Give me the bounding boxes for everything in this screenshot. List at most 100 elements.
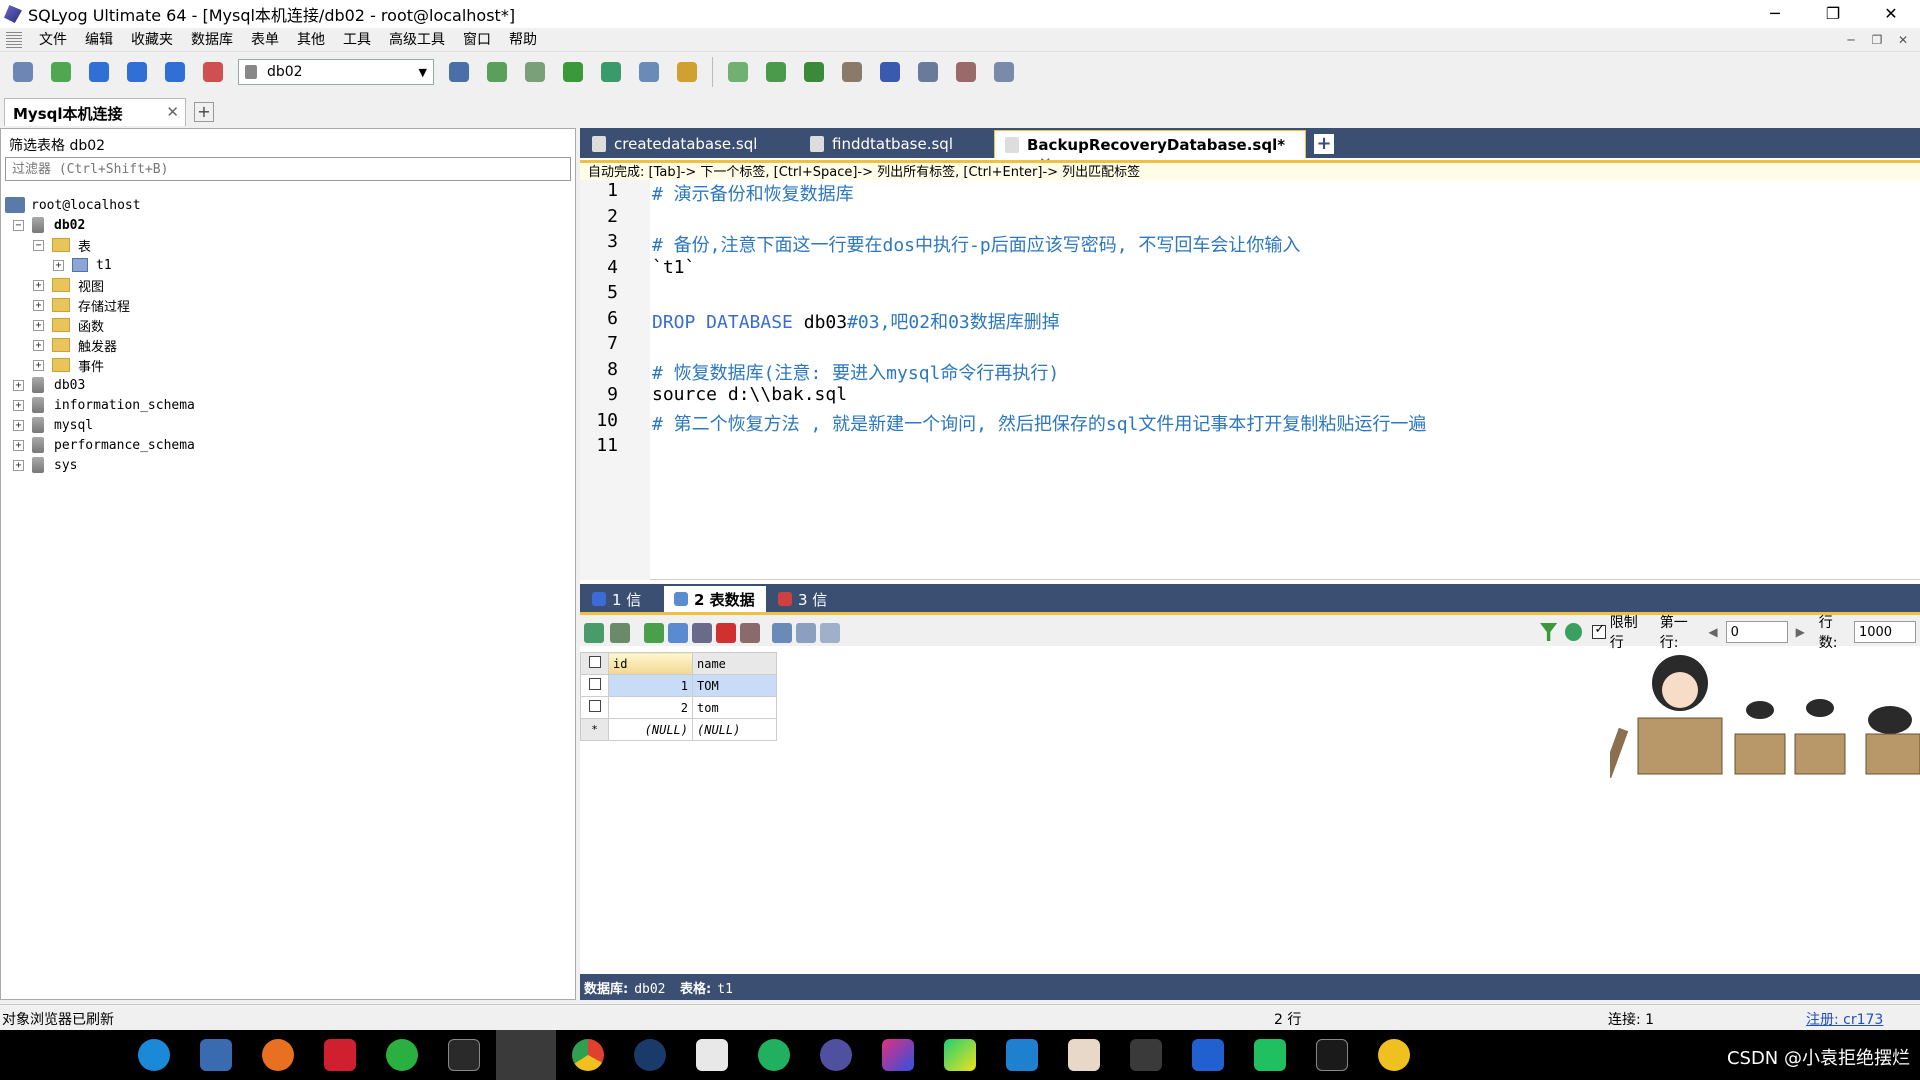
tree-node-__[interactable]: + 函数 [33,315,104,335]
expand-icon[interactable]: + [33,279,44,291]
insert-row-icon[interactable] [644,623,664,643]
execute-query-icon[interactable] [83,56,115,88]
stop-icon[interactable] [197,56,229,88]
tab-info-3[interactable]: 3 信息 [768,586,848,630]
leaf-app-icon[interactable] [758,1039,790,1071]
menu-other[interactable]: 其他 [288,28,334,52]
menu-table[interactable]: 表单 [242,28,288,52]
expand-icon[interactable]: + [13,419,24,431]
netease-music-icon[interactable] [324,1039,356,1071]
chevron-left-icon[interactable]: ◀ [1708,625,1717,639]
menu-file[interactable]: 文件 [30,28,76,52]
tab-backuprecovery[interactable]: BackupRecoveryDatabase.sql* ✕ [994,130,1306,172]
add-connection-tab-button[interactable]: + [194,102,214,122]
steam-icon[interactable] [634,1039,666,1071]
wechat-icon[interactable] [386,1039,418,1071]
sql-editor[interactable]: 1 2 3 4 5 6 7 8 9 10 11 # 演示备份和恢复数据库 # 备份,注意下面这一行要在… [580,180,1920,580]
expand-icon[interactable]: + [33,319,44,331]
refresh-icon[interactable] [45,56,77,88]
mdi-minimize-button[interactable]: ─ [1838,28,1864,52]
tab-createdatabase[interactable]: createdatabase.sql [582,130,800,158]
explain-icon[interactable] [159,56,191,88]
row-checkbox[interactable] [580,674,609,697]
expand-icon[interactable]: + [53,259,64,271]
table-row[interactable]: 2 tom [580,696,777,719]
edge-icon[interactable] [138,1039,170,1071]
file-explorer-icon[interactable] [200,1039,232,1071]
user-manager-icon[interactable] [443,56,475,88]
schema-designer-icon[interactable] [671,56,703,88]
tree-root-server[interactable]: root@localhost [5,195,141,215]
column-header-id[interactable]: id [608,652,693,675]
cell-name[interactable]: (NULL) [692,718,777,741]
menu-window[interactable]: 窗口 [454,28,500,52]
tree-node-information_schema[interactable]: + information_schema [13,395,195,415]
save-icon[interactable] [692,623,712,643]
cell-id[interactable]: (NULL) [608,718,693,741]
first-row-input[interactable] [1725,621,1788,643]
connection-tab[interactable]: Mysql本机连接 ✕ [4,98,186,126]
lenovo-app-icon[interactable] [1192,1039,1224,1071]
maximize-button[interactable]: ❐ [1804,0,1862,28]
code-line[interactable]: `t1` [652,257,695,278]
tree-node-mysql[interactable]: + mysql [13,415,93,435]
code-line[interactable]: # 演示备份和恢复数据库 [652,180,854,206]
expand-icon[interactable]: + [13,459,24,471]
new-row[interactable]: * (NULL) (NULL) [580,718,777,741]
chrome-icon[interactable] [572,1039,604,1071]
column-header-name[interactable]: name [692,652,777,675]
restore-icon[interactable] [595,56,627,88]
tree-node-t1[interactable]: + t1 [53,255,112,275]
tab-finddtatbase[interactable]: finddtatbase.sql [800,130,990,158]
menu-database[interactable]: 数据库 [182,28,242,52]
intellij-icon[interactable] [882,1039,914,1071]
tree-node-db03[interactable]: + db03 [13,375,85,395]
import-data-icon[interactable] [610,623,630,643]
pycharm-icon[interactable] [944,1039,976,1071]
eclipse-icon[interactable] [820,1039,852,1071]
grid-view-icon[interactable] [772,623,792,643]
menu-tools[interactable]: 工具 [334,28,380,52]
sqlyog-taskbar-icon[interactable] [496,1030,556,1080]
tree-node-sys[interactable]: + sys [13,455,77,475]
terminal-icon[interactable] [1316,1039,1348,1071]
database-select[interactable]: db02 ▼ [238,59,434,85]
table-data-icon[interactable] [633,56,665,88]
cell-id[interactable]: 1 [608,674,693,697]
epic-games-icon[interactable] [448,1039,480,1071]
table-row[interactable]: 1 TOM [580,674,777,697]
code-line[interactable]: source d:\\bak.sql [652,384,847,405]
export-data-icon[interactable] [584,623,604,643]
refresh-icon[interactable] [1565,623,1583,641]
tree-node-__[interactable]: + 事件 [33,355,104,375]
minimize-button[interactable]: ─ [1746,0,1804,28]
filter-input[interactable] [5,157,571,181]
text-view-icon[interactable] [820,623,840,643]
export-icon[interactable] [874,56,906,88]
create-database-icon[interactable] [481,56,513,88]
mdi-close-button[interactable]: ✕ [1890,28,1916,52]
select-all-checkbox[interactable] [580,652,609,675]
tree-node-performance_schema[interactable]: + performance_schema [13,435,195,455]
data-sync-icon[interactable] [798,56,830,88]
vscode-icon[interactable] [1006,1039,1038,1071]
expand-icon[interactable]: + [33,339,44,351]
collapse-icon[interactable]: − [13,219,24,231]
import-icon[interactable] [836,56,868,88]
notifications-icon[interactable] [912,56,944,88]
collapse-icon[interactable]: − [33,239,44,251]
cancel-icon[interactable] [740,623,760,643]
tab-table-data[interactable]: 2 表数据 [664,586,766,612]
tree-node-___[interactable]: + 触发器 [33,335,117,355]
code-line[interactable]: # 恢复数据库(注意: 要进入mysql命令行再执行) [652,359,1059,385]
cell-name[interactable]: TOM [692,674,777,697]
query-builder-icon[interactable] [722,56,754,88]
schema-sync-icon[interactable] [988,56,1020,88]
expand-icon[interactable]: + [13,439,24,451]
execute-all-icon[interactable] [121,56,153,88]
create-table-icon[interactable] [519,56,551,88]
sync-icon[interactable] [760,56,792,88]
cell-name[interactable]: tom [692,696,777,719]
tree-node-_[interactable]: − 表 [33,235,91,255]
tab-info-1[interactable]: 1 信息 [582,586,662,630]
